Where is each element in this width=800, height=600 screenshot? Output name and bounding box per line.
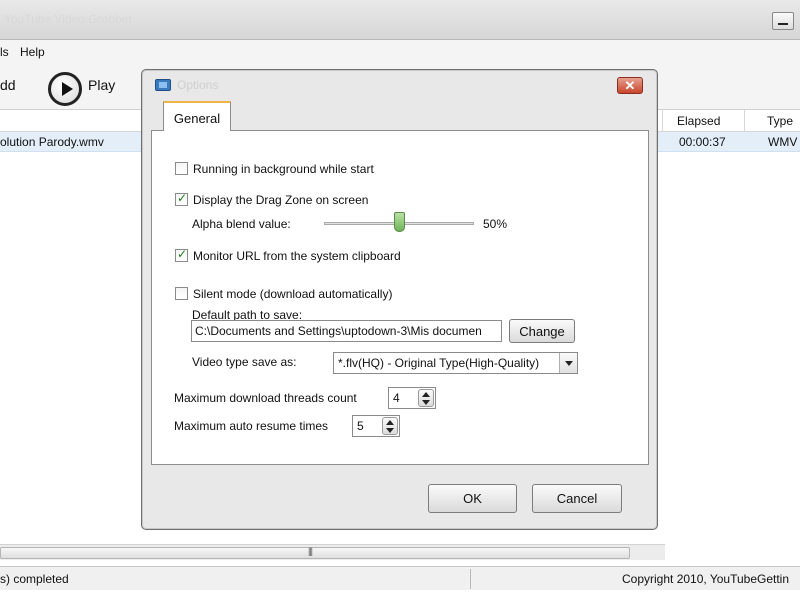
drag-zone-label: Display the Drag Zone on screen: [193, 193, 369, 207]
max-threads-label: Maximum download threads count: [174, 391, 357, 405]
change-button-label: Change: [519, 324, 565, 339]
alpha-blend-label: Alpha blend value:: [192, 217, 291, 231]
play-button[interactable]: Play: [88, 77, 115, 93]
slider-thumb[interactable]: [393, 212, 405, 232]
max-threads-value: 4: [393, 391, 400, 405]
grip-icon: |||: [308, 546, 313, 556]
spin-buttons[interactable]: [418, 389, 434, 407]
monitor-clipboard-checkbox[interactable]: [175, 247, 188, 262]
monitor-clipboard-label: Monitor URL from the system clipboard: [193, 249, 401, 263]
ok-button[interactable]: OK: [428, 484, 517, 513]
spin-down-icon[interactable]: [422, 400, 430, 405]
dialog-title: Options: [177, 78, 219, 92]
status-divider: [470, 569, 471, 589]
status-text: s) completed: [0, 572, 69, 586]
options-dialog: Options ✕ General Running in background …: [141, 69, 658, 530]
column-separator[interactable]: [744, 110, 745, 132]
default-path-input[interactable]: C:\Documents and Settings\uptodown-3\Mis…: [191, 320, 502, 342]
running-background-checkbox[interactable]: [175, 162, 188, 175]
ok-button-label: OK: [463, 491, 482, 506]
cancel-button-label: Cancel: [556, 491, 598, 506]
spin-up-icon[interactable]: [386, 420, 394, 425]
cell-name: olution Parody.wmv: [0, 135, 104, 149]
add-button[interactable]: dd: [0, 77, 16, 93]
tab-general[interactable]: General: [163, 101, 231, 131]
menu-tools[interactable]: ls: [0, 45, 9, 59]
column-header-type[interactable]: Type: [767, 114, 793, 128]
chevron-down-icon[interactable]: [559, 353, 577, 373]
general-panel: Running in background while start Displa…: [151, 130, 649, 465]
video-type-label: Video type save as:: [192, 355, 297, 369]
horizontal-scrollbar[interactable]: |||: [0, 544, 665, 560]
cell-elapsed: 00:00:37: [679, 135, 726, 149]
silent-mode-label: Silent mode (download automatically): [193, 287, 393, 301]
close-icon: ✕: [624, 78, 636, 93]
cell-type: WMV: [768, 135, 798, 149]
close-button[interactable]: ✕: [617, 77, 643, 94]
spin-down-icon[interactable]: [386, 428, 394, 433]
scrollbar-thumb[interactable]: |||: [0, 546, 630, 559]
drag-zone-checkbox[interactable]: [175, 191, 188, 206]
menu-help[interactable]: Help: [20, 45, 45, 59]
alpha-blend-value: 50%: [483, 217, 508, 231]
copyright-text: Copyright 2010, YouTubeGettin: [622, 572, 790, 586]
dialog-titlebar[interactable]: Options ✕: [142, 70, 657, 100]
running-background-label: Running in background while start: [193, 162, 374, 176]
minimize-button[interactable]: [772, 12, 794, 30]
max-resume-value: 5: [357, 419, 364, 433]
tab-label: General: [173, 111, 221, 126]
cancel-button[interactable]: Cancel: [532, 484, 622, 513]
video-type-value: *.flv(HQ) - Original Type(High-Quality): [338, 356, 540, 370]
spin-up-icon[interactable]: [422, 392, 430, 397]
column-separator[interactable]: [662, 110, 663, 132]
app-icon: [155, 79, 171, 91]
max-resume-label: Maximum auto resume times: [174, 419, 329, 433]
menubar: ls Help: [0, 40, 800, 64]
app-title: YouTube Video Grabber: [4, 12, 133, 26]
column-header-elapsed[interactable]: Elapsed: [677, 114, 720, 128]
statusbar: s) completed Copyright 2010, YouTubeGett…: [0, 566, 800, 590]
silent-mode-checkbox[interactable]: [175, 287, 188, 300]
max-threads-stepper[interactable]: 4: [388, 387, 436, 409]
change-button[interactable]: Change: [509, 319, 575, 343]
spin-buttons[interactable]: [382, 417, 398, 435]
app-titlebar: YouTube Video Grabber: [0, 0, 800, 40]
video-type-select[interactable]: *.flv(HQ) - Original Type(High-Quality): [333, 352, 578, 374]
play-icon[interactable]: [48, 72, 82, 106]
max-resume-stepper[interactable]: 5: [352, 415, 400, 437]
